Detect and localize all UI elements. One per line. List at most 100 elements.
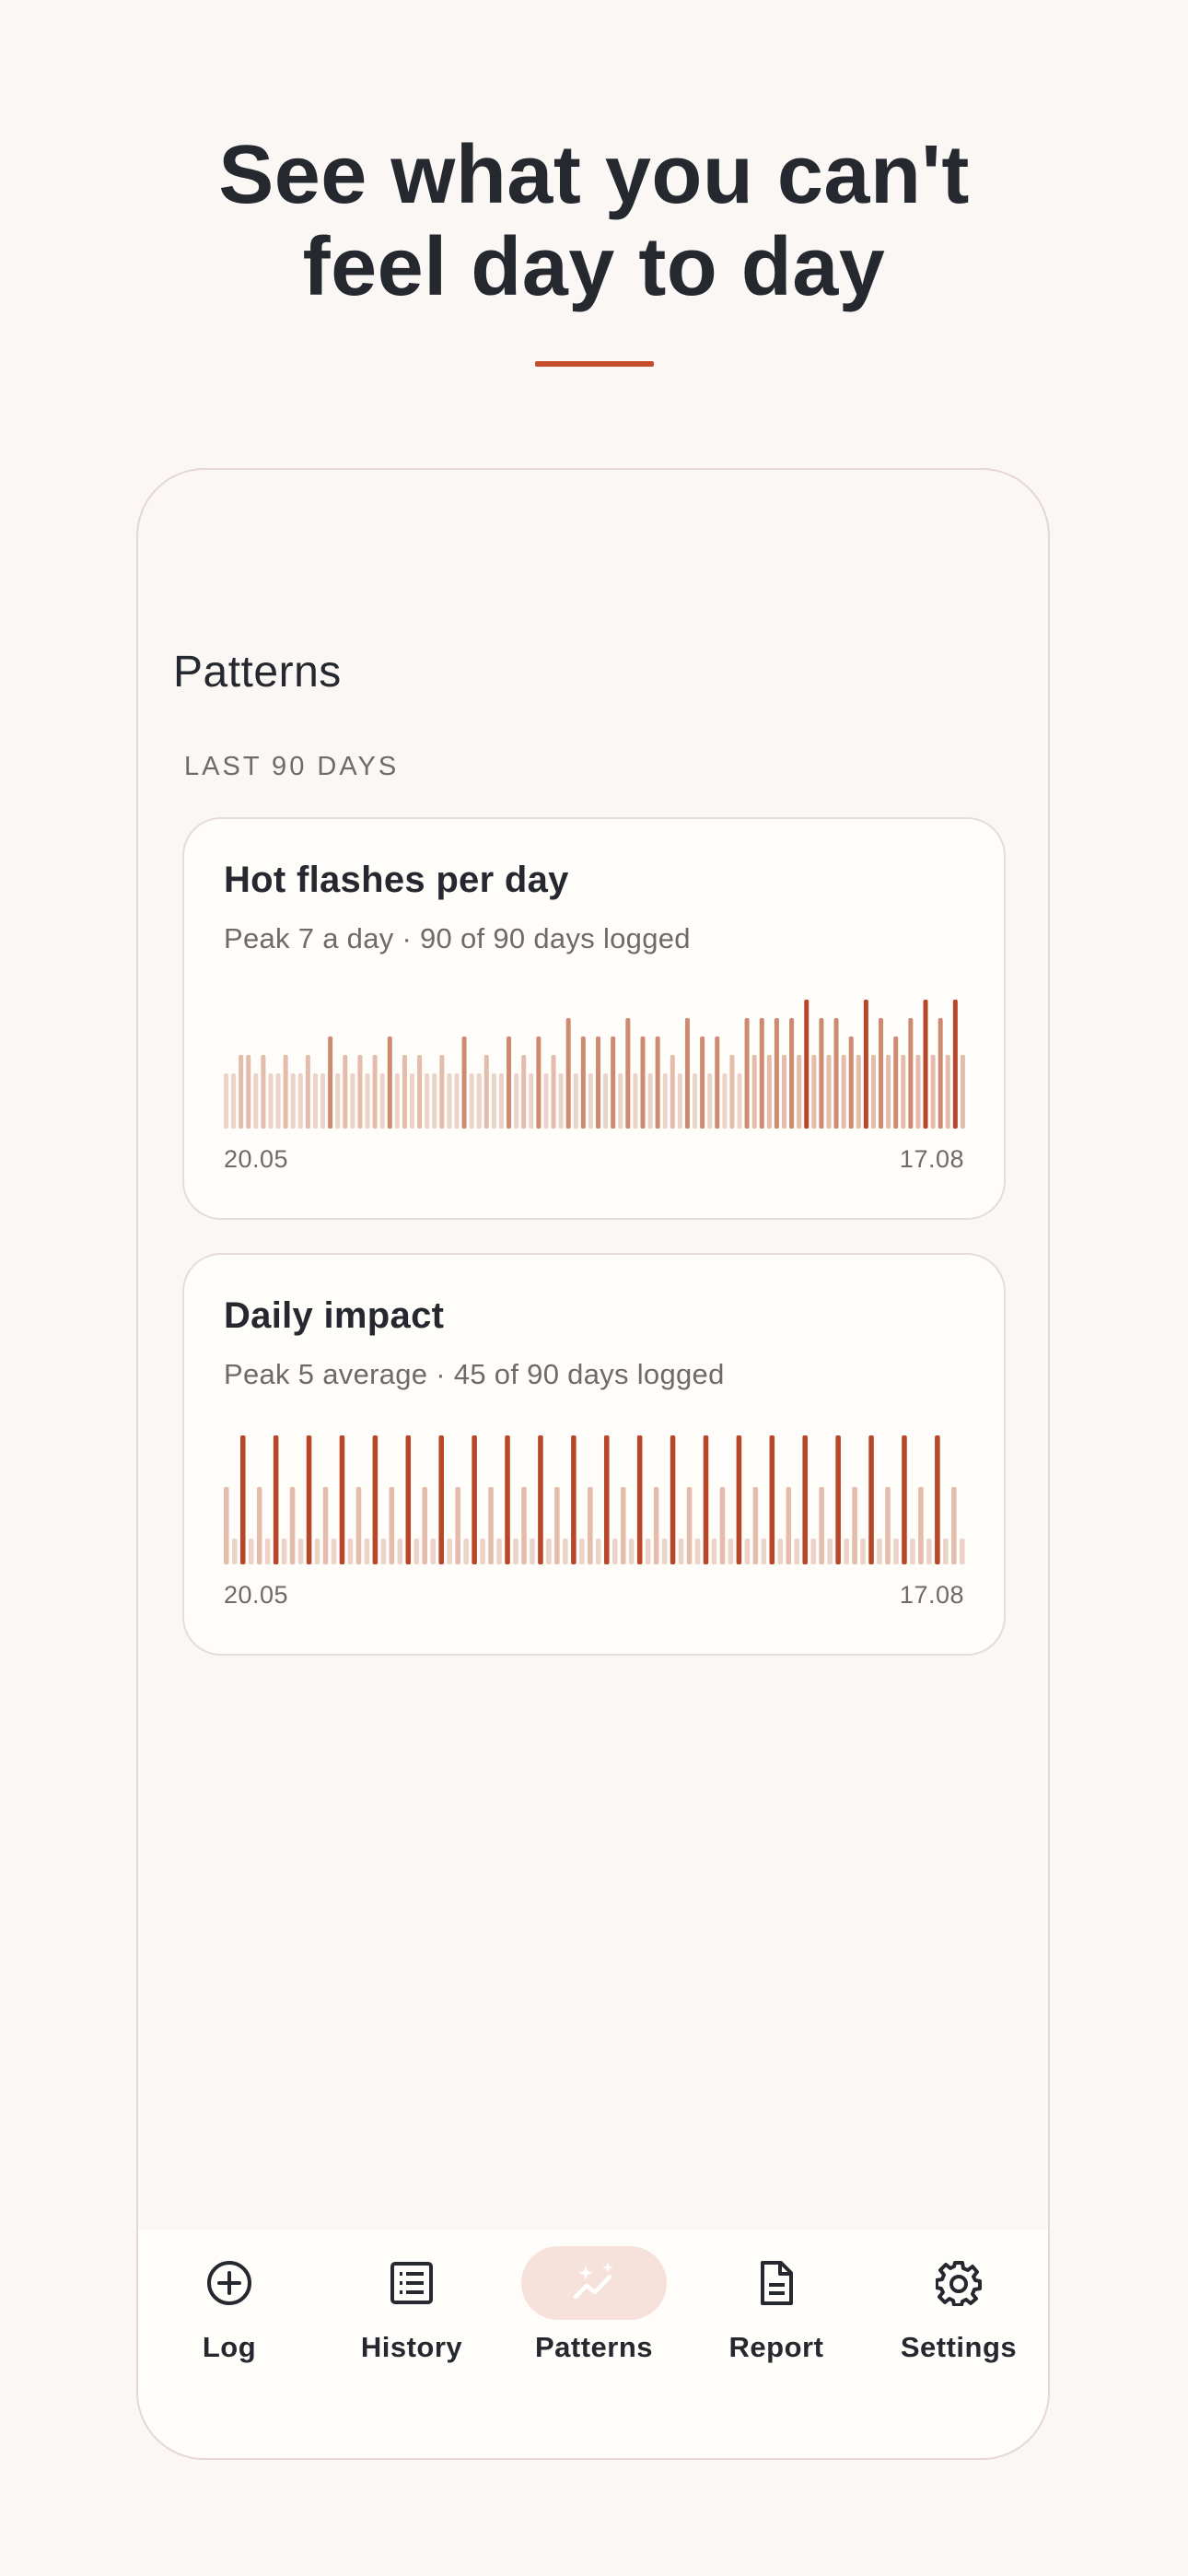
tab-patterns[interactable]: Patterns xyxy=(503,2230,685,2405)
chart-bar xyxy=(305,1055,310,1129)
chart-bar xyxy=(496,1539,502,1564)
chart-bar xyxy=(693,1073,698,1129)
chart-bar xyxy=(268,1073,274,1129)
chart-end-date: 17.08 xyxy=(899,1581,964,1609)
chart-bar xyxy=(558,1073,564,1129)
hot-flashes-card[interactable]: Hot flashes per day Peak 7 a day · 90 of… xyxy=(182,817,1006,1220)
chart-bar xyxy=(335,1073,341,1129)
chart-bar xyxy=(224,1487,229,1564)
chart-bar xyxy=(852,1487,857,1564)
tab-report[interactable]: Report xyxy=(685,2230,868,2405)
chart-bar xyxy=(246,1055,251,1129)
chart-bar xyxy=(596,1539,601,1564)
chart-bar xyxy=(430,1539,437,1564)
tab-label: Settings xyxy=(900,2331,1018,2363)
chart-bar xyxy=(751,1055,757,1129)
chart-bar xyxy=(684,1018,690,1129)
chart-bar xyxy=(910,1539,915,1564)
tab-label: History xyxy=(360,2331,463,2363)
chart-bar xyxy=(856,1055,861,1129)
chart-bar xyxy=(625,1018,631,1129)
chart-bar xyxy=(782,1055,787,1129)
chart-bar xyxy=(877,1539,882,1564)
chart-bar xyxy=(810,1539,816,1564)
chart-bar xyxy=(901,1055,906,1129)
chart-bar xyxy=(736,1435,742,1564)
chart-bar xyxy=(744,1539,751,1564)
chart-bar xyxy=(826,1055,832,1129)
chart-bar xyxy=(538,1435,543,1564)
list-icon xyxy=(390,2262,433,2304)
chart-bar xyxy=(951,1487,957,1564)
chart-bar xyxy=(275,1073,281,1129)
chart-bar xyxy=(935,1435,940,1564)
chart-bar xyxy=(364,1539,370,1564)
chart-bar xyxy=(331,1539,337,1564)
chart-bar xyxy=(281,1539,287,1564)
chart-bar xyxy=(320,1073,326,1129)
chart-bar xyxy=(715,1036,720,1129)
chart-bar xyxy=(893,1539,899,1564)
headline: See what you can't feel day to day xyxy=(0,129,1188,313)
chart-bar xyxy=(297,1539,304,1564)
chart-bar xyxy=(879,1018,884,1129)
daily-impact-card[interactable]: Daily impact Peak 5 average · 45 of 90 d… xyxy=(182,1253,1006,1656)
chart-bar xyxy=(239,1435,246,1564)
chart-bar xyxy=(405,1435,412,1564)
chart-bar xyxy=(289,1487,296,1564)
chart-bar xyxy=(507,1036,512,1129)
chart-bar xyxy=(603,1073,609,1129)
chart-bar xyxy=(483,1055,489,1129)
chart-bar xyxy=(425,1073,430,1129)
chart-bar xyxy=(521,1487,527,1564)
chart-bar xyxy=(811,1055,817,1129)
chart-bar xyxy=(432,1073,437,1129)
plus-circle-icon xyxy=(207,2261,251,2305)
chart-bar xyxy=(902,1435,907,1564)
tab-settings[interactable]: Settings xyxy=(868,2230,1048,2405)
tab-label: Patterns xyxy=(534,2331,654,2363)
chart-bar xyxy=(264,1539,271,1564)
chart-bar xyxy=(463,1539,469,1564)
chart-bar xyxy=(737,1073,742,1129)
chart-bar xyxy=(848,1036,854,1129)
chart-bar xyxy=(952,1000,958,1129)
chart-bar xyxy=(498,1073,504,1129)
chart-bar xyxy=(461,1036,467,1129)
chart-bar xyxy=(960,1055,965,1129)
chart-bar xyxy=(841,1055,846,1129)
chart-bar xyxy=(833,1018,839,1129)
chart-bar xyxy=(239,1055,244,1129)
chart-bar xyxy=(700,1036,705,1129)
chart-bar xyxy=(563,1539,568,1564)
chart-bar xyxy=(422,1487,428,1564)
gear-icon xyxy=(936,2261,982,2306)
chart-bar xyxy=(339,1435,345,1564)
chart-end-date: 17.08 xyxy=(899,1145,964,1173)
chart-bar xyxy=(357,1055,363,1129)
chart-bar xyxy=(628,1539,635,1564)
chart-bar xyxy=(930,1055,936,1129)
chart-bar xyxy=(447,1073,452,1129)
chart-bar xyxy=(943,1539,949,1564)
chart-bar xyxy=(256,1487,262,1564)
chart-bar xyxy=(677,1073,682,1129)
chart-bar xyxy=(439,1055,445,1129)
chart-bar xyxy=(804,1000,809,1129)
chart-bar xyxy=(618,1073,623,1129)
chart-bar xyxy=(365,1073,370,1129)
chart-bar xyxy=(312,1073,318,1129)
chart-bar xyxy=(703,1435,709,1564)
tab-log[interactable]: Log xyxy=(138,2230,320,2405)
chart-bar xyxy=(620,1487,626,1564)
tab-history[interactable]: History xyxy=(320,2230,503,2405)
chart-bar xyxy=(611,1036,616,1129)
chart-bar xyxy=(410,1073,415,1129)
chart-bar xyxy=(819,1018,824,1129)
chart-bar xyxy=(766,1055,772,1129)
card-subtitle: Peak 7 a day · 90 of 90 days logged xyxy=(224,922,691,954)
phone-frame: Patterns LAST 90 DAYS Hot flashes per da… xyxy=(136,468,1050,2460)
chart-bar xyxy=(844,1539,849,1564)
chart-bar xyxy=(261,1055,266,1129)
chart-bar xyxy=(670,1055,675,1129)
